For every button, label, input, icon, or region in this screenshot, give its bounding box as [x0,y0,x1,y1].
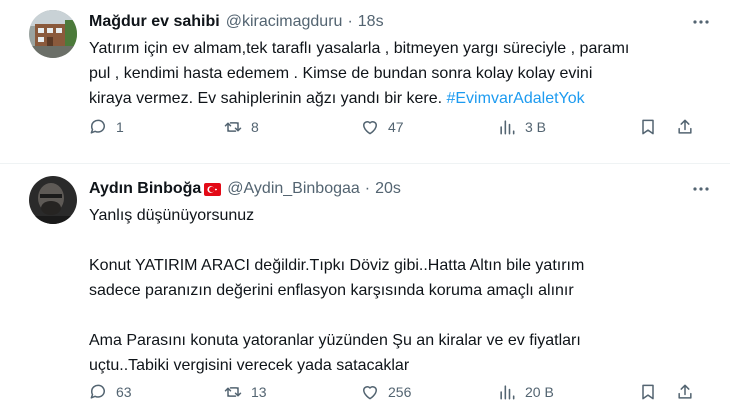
reply-button[interactable]: 1 [88,117,124,137]
repost-button[interactable]: 13 [223,382,267,402]
reply-icon [90,384,105,399]
reply-button[interactable]: 63 [88,382,132,402]
author-name[interactable]: Mağdur ev sahibi [89,13,220,31]
reply-count: 1 [116,119,124,135]
hashtag-link[interactable]: #EvimvarAdaletYok [446,90,584,107]
bookmark-button[interactable] [638,117,658,137]
share-button[interactable] [675,117,695,137]
tweet-time[interactable]: 18s [358,13,384,31]
view-count: 20 B [525,384,554,400]
tweet-time[interactable]: 20s [375,180,401,198]
repost-count: 8 [251,119,259,135]
like-count: 256 [388,384,412,400]
views-chart-icon [500,120,515,135]
tweet-content: Mağdur ev sahibi @kiracimagduru · 18s Ya… [89,11,714,111]
repost-button[interactable]: 8 [223,117,259,137]
share-icon [678,119,692,134]
like-button[interactable]: 47 [360,117,404,137]
heart-icon [363,386,377,400]
bookmark-button[interactable] [638,382,658,402]
avatar[interactable] [29,10,77,58]
reply-icon [90,119,105,134]
avatar[interactable] [29,176,77,224]
share-button[interactable] [675,382,695,402]
view-count: 3 B [525,119,547,135]
tweet-header: Aydın Binboğa @Aydin_Binbogaa · 20s [89,178,714,200]
views-button[interactable]: 20 B [497,382,554,402]
bookmark-icon [642,119,654,135]
tweet-actions: 63 13 256 20 B [0,380,730,404]
more-options-icon[interactable] [688,178,714,200]
more-options-icon[interactable] [688,11,714,33]
like-count: 47 [388,119,404,135]
tweet[interactable]: Mağdur ev sahibi @kiracimagduru · 18s Ya… [0,0,730,164]
turkey-flag-icon [204,182,222,196]
heart-icon [363,121,377,135]
author-handle[interactable]: @kiracimagduru [226,13,343,31]
repost-icon [224,387,242,397]
tweet-text: Yatırım için ev almam,tek taraflı yasala… [89,36,714,111]
tweet-actions: 1 8 47 3 B [0,115,730,139]
tweet-text: Yanlış düşünüyorsunuz Konut YATIRIM ARAC… [89,207,585,374]
like-button[interactable]: 256 [360,382,411,402]
tweet-content: Aydın Binboğa @Aydin_Binbogaa · 20s Yanl… [89,178,714,378]
repost-icon [224,122,242,132]
tweet-header: Mağdur ev sahibi @kiracimagduru · 18s [89,11,714,33]
separator-dot: · [364,180,371,197]
views-button[interactable]: 3 B [497,117,546,137]
author-handle[interactable]: @Aydin_Binbogaa [227,180,360,198]
repost-count: 13 [251,384,267,400]
separator-dot: · [347,13,353,30]
bookmark-icon [642,384,654,400]
share-icon [678,384,692,399]
tweet[interactable]: Aydın Binboğa @Aydin_Binbogaa · 20s Yanl… [0,164,730,420]
author-name[interactable]: Aydın Binboğa [89,180,201,198]
reply-count: 63 [116,384,132,400]
views-chart-icon [500,385,515,400]
